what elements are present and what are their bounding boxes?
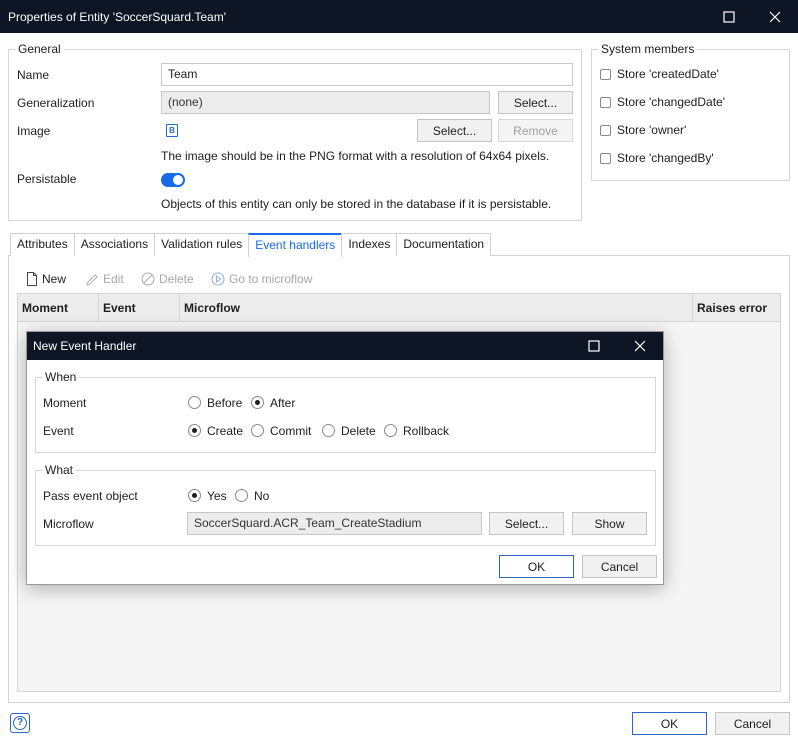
pencil-icon [86,273,99,286]
event-commit-label: Commit [270,424,312,438]
column-raises-error[interactable]: Raises error [693,294,780,322]
new-button[interactable]: New [26,272,66,286]
persistable-label: Persistable [17,172,77,186]
close-icon [769,11,781,22]
microflow-show-button[interactable]: Show [572,512,647,535]
image-icon: B [166,124,178,137]
what-legend: What [42,463,77,477]
pass-no-radio[interactable] [235,489,248,502]
close-icon [634,340,646,352]
store-owner-label: Store 'owner' [617,123,687,137]
new-document-icon [26,272,38,286]
store-changed-by-checkbox[interactable] [600,153,611,164]
cancel-button[interactable]: Cancel [715,712,790,735]
tab-event-handlers[interactable]: Event handlers [248,233,343,257]
event-rollback-label: Rollback [403,424,450,438]
general-legend: General [15,42,64,56]
tab-documentation[interactable]: Documentation [396,233,492,256]
goto-microflow-button[interactable]: Go to microflow [211,272,312,286]
store-created-date-label: Store 'createdDate' [617,67,719,81]
generalization-select-button[interactable]: Select... [498,91,573,114]
new-event-handler-dialog: New Event Handler When Moment Before Aft… [26,331,664,585]
pass-yes-label: Yes [207,489,227,503]
image-remove-button[interactable]: Remove [498,119,573,142]
moment-after-radio[interactable] [251,396,264,409]
generalization-field: (none) [161,91,490,114]
ok-button[interactable]: OK [632,712,707,735]
grid-header: Moment Event Microflow Raises error [18,294,780,322]
store-created-date-checkbox[interactable] [600,69,611,80]
persistable-hint: Objects of this entity can only be store… [161,197,552,211]
store-changed-by-label: Store 'changedBy' [617,151,714,165]
edit-button[interactable]: Edit [86,272,124,286]
moment-before-label: Before [207,396,243,410]
store-changed-date-label: Store 'changedDate' [617,95,725,109]
column-event[interactable]: Event [99,294,180,322]
dialog-ok-button[interactable]: OK [499,555,574,578]
close-button[interactable] [752,0,798,33]
window-titlebar: Properties of Entity 'SoccerSquard.Team' [0,0,798,33]
tab-strip: Attributes Associations Validation rules… [10,233,492,257]
moment-before-radio[interactable] [188,396,201,409]
image-label: Image [17,124,51,138]
image-select-button[interactable]: Select... [417,119,492,142]
pass-no-label: No [254,489,270,503]
microflow-label: Microflow [43,517,94,531]
event-create-label: Create [207,424,244,438]
generalization-label: Generalization [17,96,95,110]
name-input[interactable]: Team [161,63,573,86]
persistable-toggle[interactable] [161,173,185,187]
delete-label: Delete [159,272,194,286]
tab-validation-rules[interactable]: Validation rules [154,233,250,256]
pass-event-object-label: Pass event object [43,489,138,503]
column-microflow[interactable]: Microflow [180,294,693,322]
new-label: New [42,272,67,286]
goto-microflow-label: Go to microflow [229,272,313,286]
store-changed-date-checkbox[interactable] [600,97,611,108]
pass-yes-radio[interactable] [188,489,201,502]
microflow-field: SoccerSquard.ACR_Team_CreateStadium [187,512,482,535]
tab-indexes[interactable]: Indexes [341,233,398,256]
event-create-radio[interactable] [188,424,201,437]
dialog-titlebar: New Event Handler [27,332,663,360]
moment-after-label: After [270,396,296,410]
event-rollback-radio[interactable] [384,424,397,437]
delete-icon [141,272,155,286]
when-group: When [35,370,656,453]
dialog-cancel-button[interactable]: Cancel [582,555,657,578]
edit-label: Edit [103,272,124,286]
maximize-button[interactable] [706,0,752,33]
maximize-icon [588,340,600,352]
system-members-legend: System members [598,42,698,56]
when-legend: When [42,370,80,384]
event-label: Event [43,424,74,438]
window-title: Properties of Entity 'SoccerSquard.Team' [8,9,227,24]
event-commit-radio[interactable] [251,424,264,437]
dialog-close-button[interactable] [617,332,663,360]
column-moment[interactable]: Moment [18,294,99,322]
help-icon: ? [13,716,27,730]
tab-attributes[interactable]: Attributes [10,233,75,256]
name-label: Name [17,68,50,82]
event-delete-label: Delete [341,424,376,438]
help-button[interactable]: ? [10,713,30,733]
tab-associations[interactable]: Associations [73,233,156,256]
delete-button[interactable]: Delete [141,272,194,286]
play-circle-icon [211,272,225,286]
store-owner-checkbox[interactable] [600,125,611,136]
maximize-icon [723,10,735,23]
dialog-title: New Event Handler [33,339,137,353]
dialog-maximize-button[interactable] [571,332,617,360]
moment-label: Moment [43,396,87,410]
image-hint: The image should be in the PNG format wi… [161,149,550,163]
event-delete-radio[interactable] [322,424,335,437]
microflow-select-button[interactable]: Select... [489,512,564,535]
